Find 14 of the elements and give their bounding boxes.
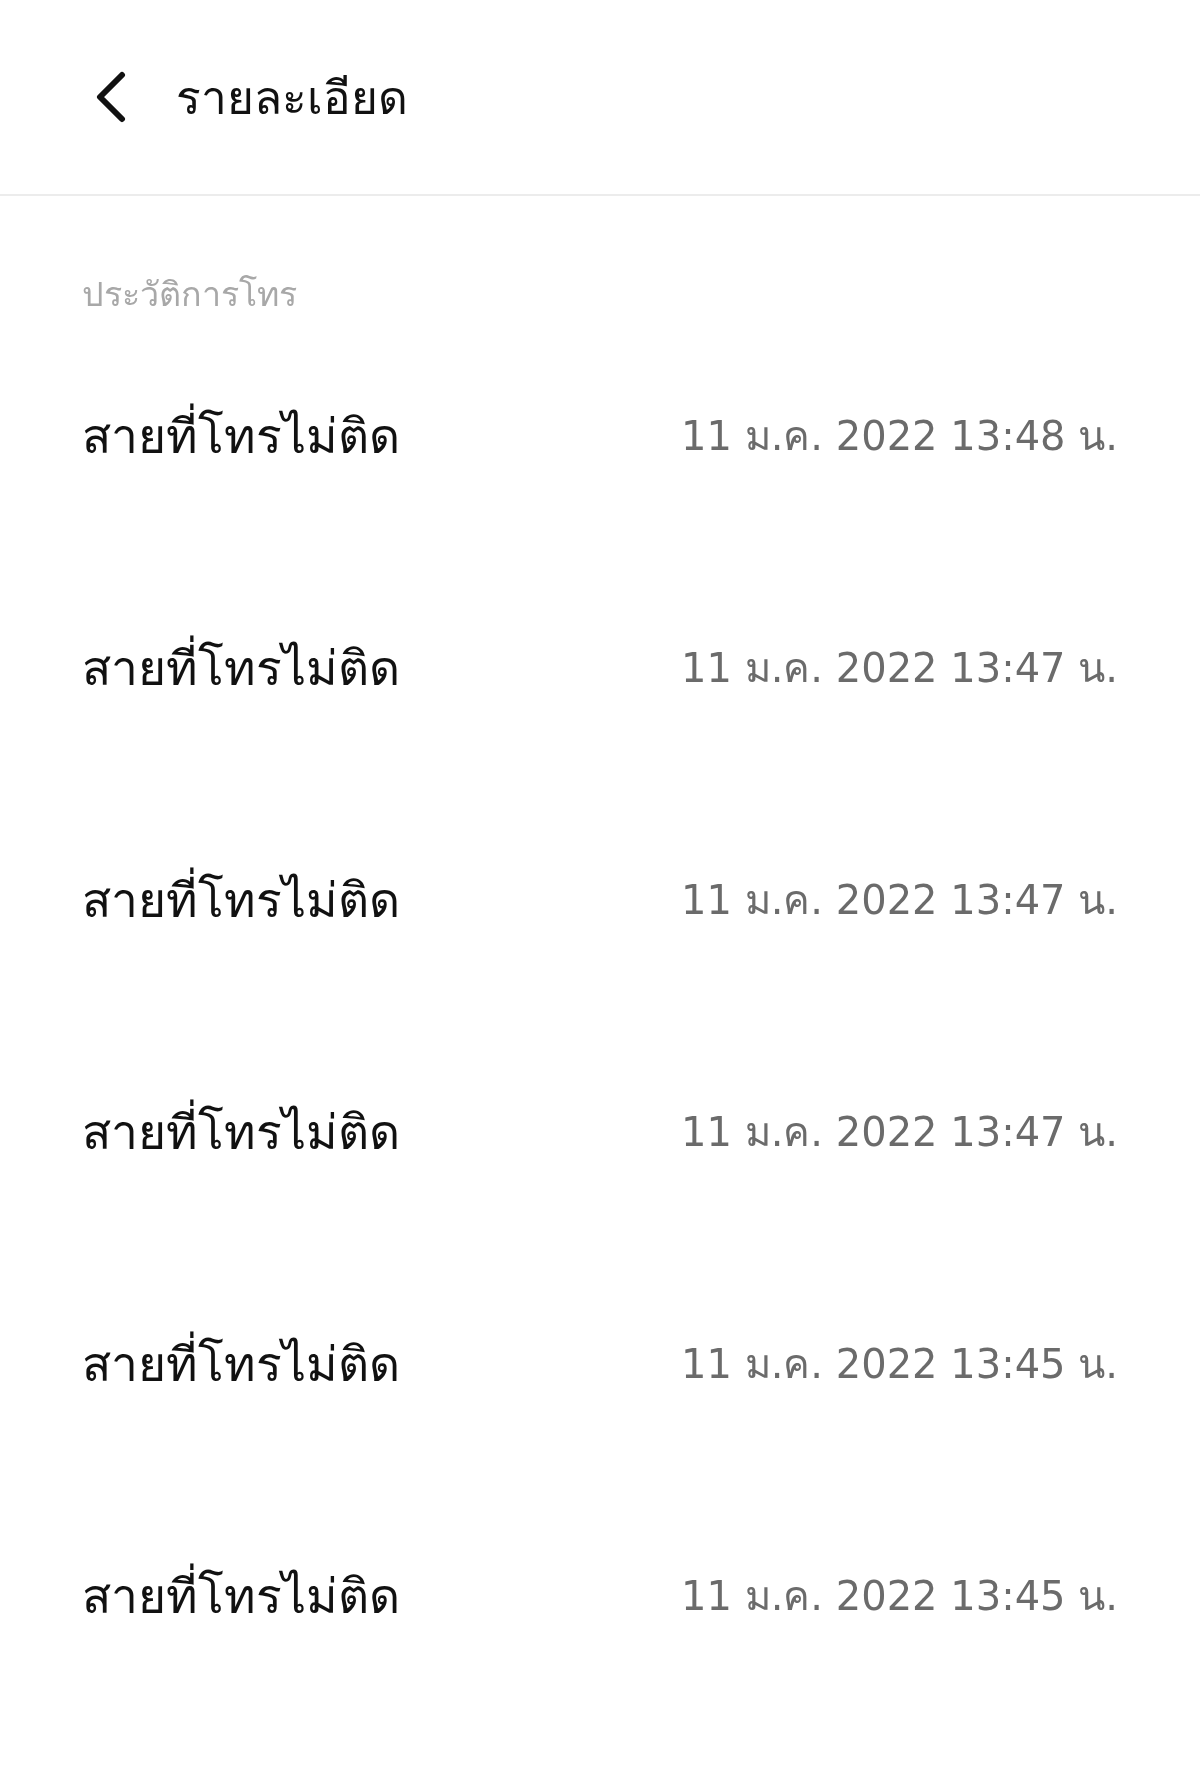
call-time: 11 ม.ค. 2022 13:47 น.: [681, 644, 1118, 693]
call-time: 11 ม.ค. 2022 13:48 น.: [681, 412, 1118, 461]
call-status: สายที่โทรไม่ติด: [82, 1094, 400, 1170]
call-status: สายที่โทรไม่ติด: [82, 398, 400, 474]
section-heading: ประวัติการโทร: [82, 273, 298, 316]
call-status: สายที่โทรไม่ติด: [82, 1326, 400, 1402]
call-status: สายที่โทรไม่ติด: [82, 1558, 400, 1634]
call-status: สายที่โทรไม่ติด: [82, 862, 400, 938]
call-status: สายที่โทรไม่ติด: [82, 630, 400, 706]
page-title: รายละเอียด: [176, 69, 408, 127]
call-time: 11 ม.ค. 2022 13:47 น.: [681, 876, 1118, 925]
call-time: 11 ม.ค. 2022 13:45 น.: [681, 1340, 1118, 1389]
call-time: 11 ม.ค. 2022 13:47 น.: [681, 1108, 1118, 1157]
call-time: 11 ม.ค. 2022 13:45 น.: [681, 1572, 1118, 1621]
